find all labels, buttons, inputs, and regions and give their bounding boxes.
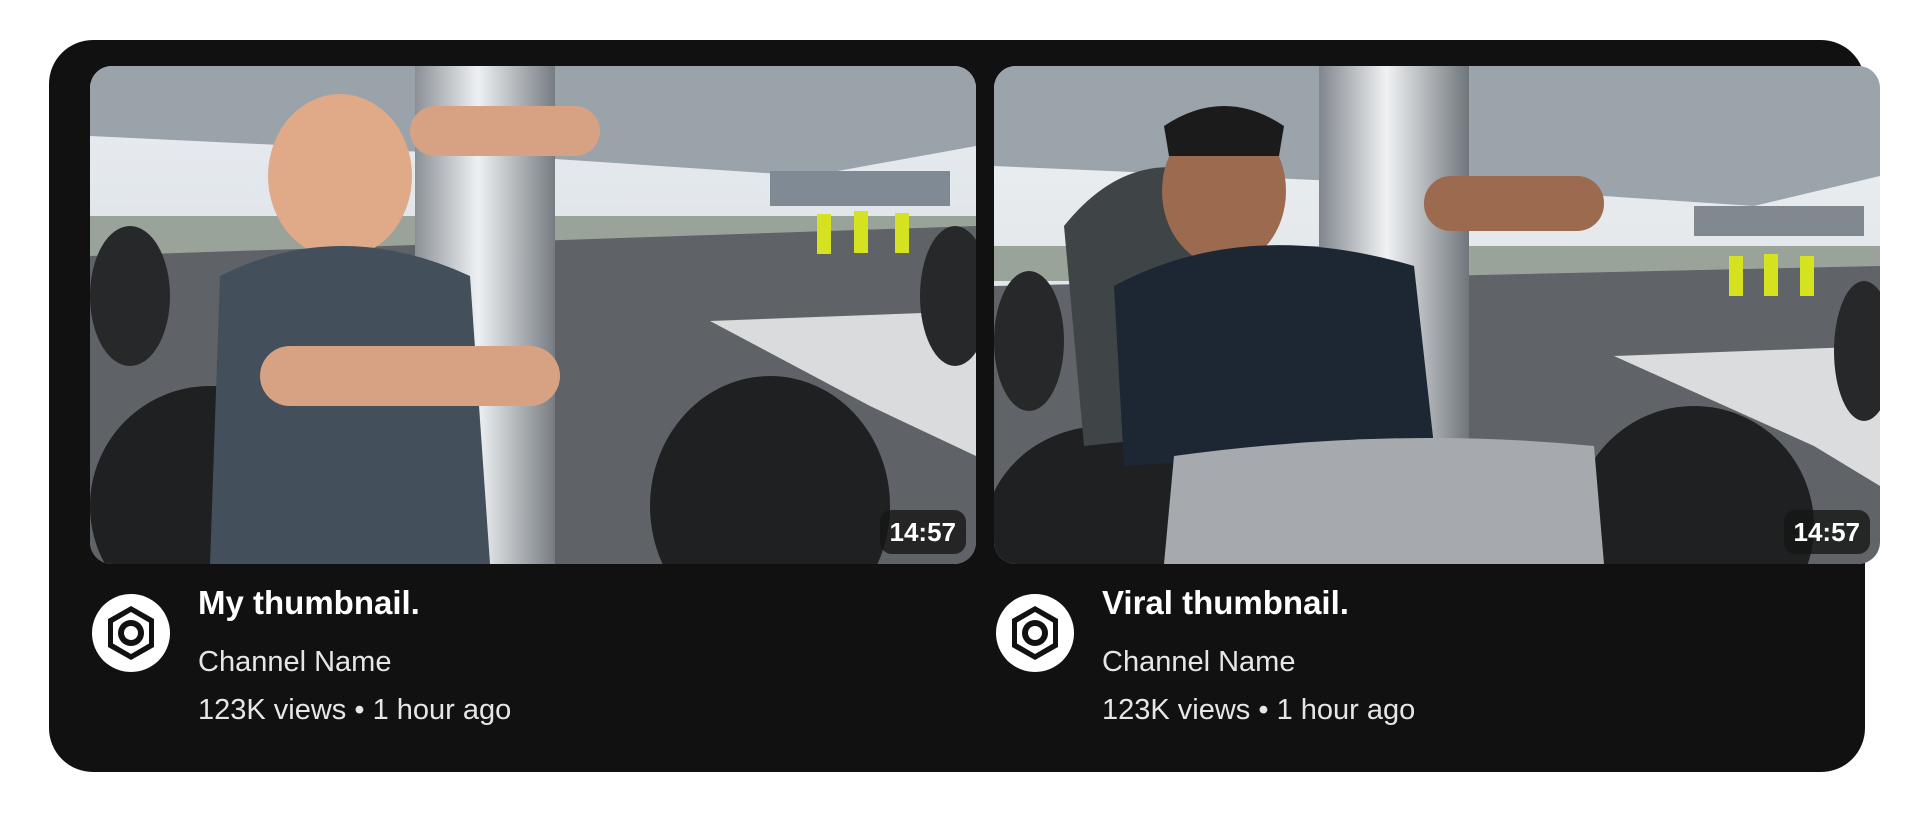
duration-badge: 14:57 — [879, 510, 966, 554]
video-meta: Viral thumbnail. Channel Name 123K views… — [994, 564, 1880, 726]
channel-name[interactable]: Channel Name — [1102, 646, 1295, 679]
video-card-2[interactable]: 14:57 Viral thumbnail. Channel Name 123K… — [994, 66, 1880, 726]
video-title[interactable]: My thumbnail. — [198, 584, 420, 622]
video-thumbnail[interactable]: 14:57 — [994, 66, 1880, 564]
video-thumbnail[interactable]: 14:57 — [90, 66, 976, 564]
video-stats: 123K views • 1 hour ago — [1102, 694, 1416, 726]
thumbnail-image — [994, 66, 1880, 564]
channel-name[interactable]: Channel Name — [198, 646, 391, 679]
video-meta: My thumbnail. Channel Name 123K views • … — [90, 564, 976, 726]
duration-badge: 14:57 — [1783, 510, 1870, 554]
video-card-1[interactable]: 14:57 My thumbnail. Channel Name 123K vi… — [90, 66, 976, 726]
thumbnail-image — [90, 66, 976, 564]
hexagon-nut-icon[interactable] — [994, 592, 1076, 674]
hexagon-nut-icon[interactable] — [90, 592, 172, 674]
video-title[interactable]: Viral thumbnail. — [1102, 584, 1349, 622]
video-stats: 123K views • 1 hour ago — [198, 694, 512, 726]
video-comparison-panel: 14:57 My thumbnail. Channel Name 123K vi… — [49, 40, 1880, 772]
